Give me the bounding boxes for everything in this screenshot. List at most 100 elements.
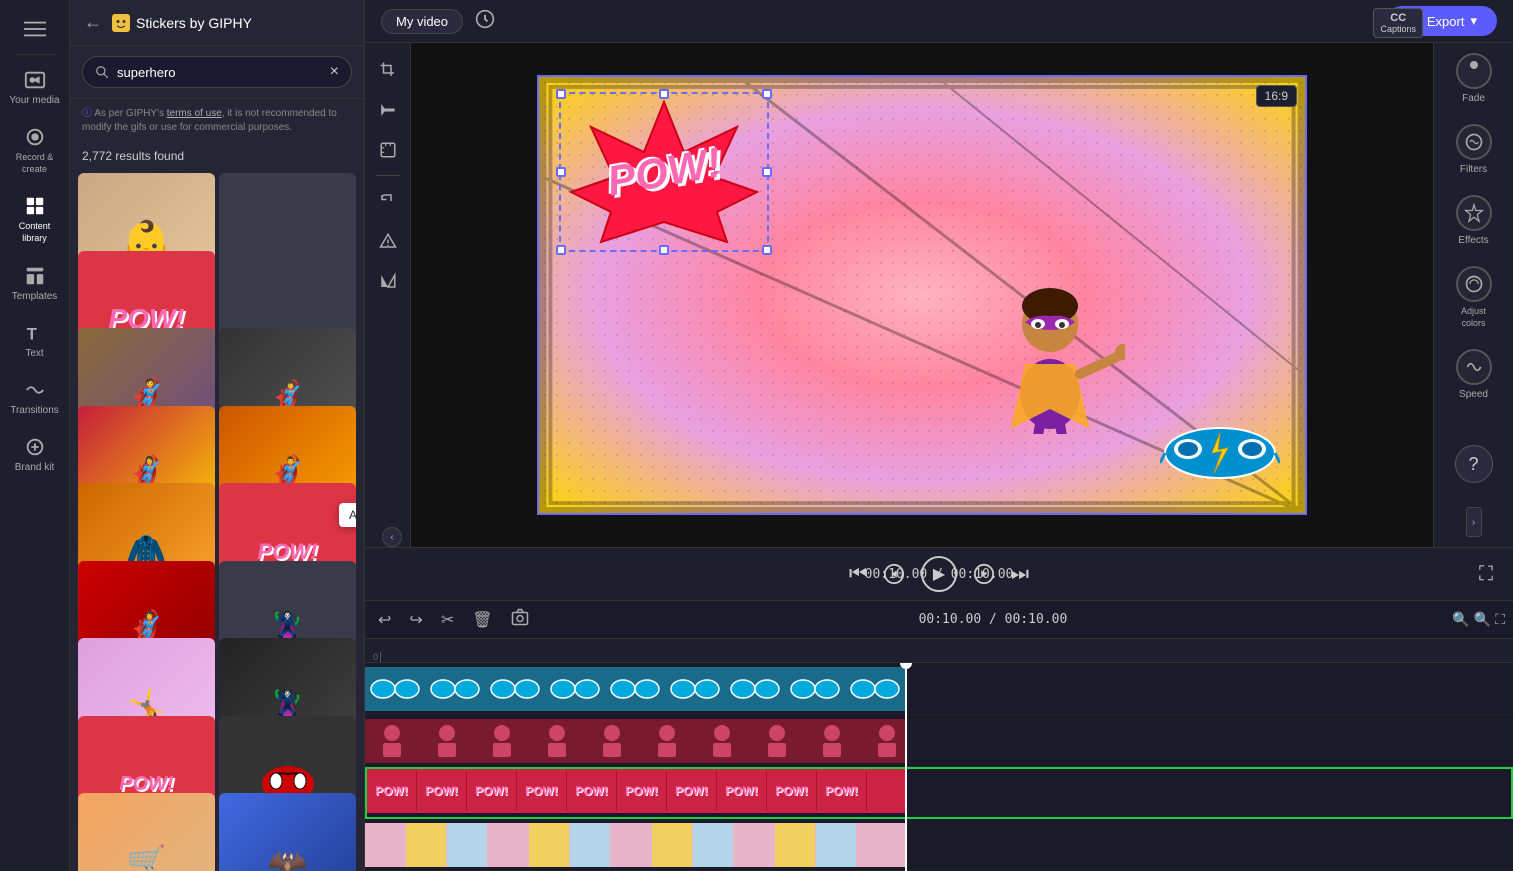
brand-icon	[24, 436, 46, 458]
aspect-ratio-badge[interactable]: 16:9	[1256, 85, 1297, 107]
back-button[interactable]: ←	[82, 10, 104, 35]
sticker-selection-box[interactable]: POW!	[559, 92, 769, 252]
crop-tool-button[interactable]	[371, 53, 405, 87]
track-content-pow[interactable]: POW! POW! POW! POW! POW! POW! POW! POW! …	[367, 769, 1511, 817]
search-input[interactable]	[117, 65, 322, 80]
pow-thumb: POW!	[667, 771, 717, 811]
undo-tool-button[interactable]	[371, 184, 405, 218]
record-icon	[24, 126, 46, 148]
pow-thumb: POW!	[517, 771, 567, 811]
red-hero-track-svg	[365, 719, 905, 763]
fullscreen-button[interactable]: ⛶	[1479, 563, 1493, 586]
collapse-panel-button[interactable]: ‹	[382, 527, 402, 547]
giphy-terms-link[interactable]: terms of use	[167, 108, 222, 119]
search-container: ×	[70, 46, 364, 99]
filters-label: Filters	[1460, 164, 1487, 175]
skip-to-end-button[interactable]: ⏭	[1011, 563, 1029, 586]
timeline-cut-button[interactable]: ✂	[436, 607, 459, 633]
comic-track-clip[interactable]	[365, 823, 905, 867]
zoom-in-button[interactable]: 🔍	[1474, 611, 1491, 628]
svg-text:T: T	[26, 325, 36, 343]
red-track-clip[interactable]	[365, 719, 905, 763]
project-tab[interactable]: My video	[381, 9, 463, 34]
sidebar-item-label: Brand kit	[15, 462, 54, 473]
pow-track-clip[interactable]: POW! POW! POW! POW! POW! POW! POW! POW! …	[367, 769, 907, 813]
fade-dial[interactable]	[1456, 53, 1492, 89]
sidebar-item-brand[interactable]: Brand kit	[0, 428, 69, 481]
timeline-tracks: POW! POW! POW! POW! POW! POW! POW! POW! …	[365, 663, 1513, 871]
speed-control[interactable]: Speed	[1456, 349, 1492, 400]
media-icon	[24, 69, 46, 91]
collapse-panel-area: ‹	[369, 509, 406, 537]
timeline-delete-button[interactable]: 🗑	[467, 607, 497, 633]
tools-column: ‹	[365, 43, 411, 547]
playhead[interactable]	[905, 663, 907, 871]
sidebar-item-transitions[interactable]: Transitions	[0, 371, 69, 424]
effects-dial[interactable]	[1456, 195, 1492, 231]
adjust-colors-label: Adjustcolors	[1461, 306, 1486, 329]
sidebar-item-menu[interactable]	[0, 10, 69, 48]
filters-icon	[1464, 132, 1484, 152]
pow-thumb: POW!	[367, 771, 417, 811]
filters-control[interactable]: Filters	[1456, 124, 1492, 175]
main-content: My video CC Captions Export ▾	[365, 0, 1513, 871]
pow-thumb: POW!	[467, 771, 517, 811]
timeline-redo-button[interactable]: ↪	[404, 607, 427, 633]
handle-bot-left[interactable]	[556, 245, 566, 255]
search-clear-button[interactable]: ×	[330, 63, 339, 81]
fade-control[interactable]: Fade	[1456, 53, 1492, 104]
superhero-svg	[975, 234, 1125, 434]
sticker-item[interactable]: 🛒	[78, 793, 215, 871]
handle-mid-left[interactable]	[556, 167, 566, 177]
sidebar-item-label: Record &create	[16, 152, 54, 175]
adjust-colors-control[interactable]: Adjustcolors	[1456, 266, 1492, 329]
track-row-comic-bg	[365, 819, 1513, 871]
resize-tool-button[interactable]	[371, 133, 405, 167]
handle-bot-right[interactable]	[762, 245, 772, 255]
speed-dial[interactable]	[1456, 349, 1492, 385]
adjust-colors-icon	[1464, 274, 1484, 294]
effects-control[interactable]: Effects	[1456, 195, 1492, 246]
blue-mask-track-svg	[365, 667, 905, 711]
capture-icon	[511, 608, 529, 626]
captions-button[interactable]: CC Captions	[1373, 8, 1423, 38]
track-content-red[interactable]	[365, 715, 1513, 766]
panel-title-text: Stickers by GIPHY	[136, 15, 252, 31]
sticker-item[interactable]: 🦇	[219, 793, 356, 871]
warning-icon	[379, 232, 397, 250]
filters-dial[interactable]	[1456, 124, 1492, 160]
fit-timeline-button[interactable]: ⛶	[1495, 611, 1505, 628]
track-content-blue[interactable]	[365, 663, 1513, 714]
zoom-out-button[interactable]: 🔍	[1452, 611, 1469, 628]
handle-top-left[interactable]	[556, 89, 566, 99]
trim-tool-button[interactable]	[371, 93, 405, 127]
sidebar-item-your-media[interactable]: Your media	[0, 61, 69, 114]
adjust-dial[interactable]	[1456, 266, 1492, 302]
save-button[interactable]	[475, 9, 495, 34]
timeline-capture-button[interactable]	[506, 605, 534, 634]
save-icon	[475, 9, 495, 29]
flip-tool-button[interactable]	[371, 264, 405, 298]
speed-label: Speed	[1459, 389, 1488, 400]
sidebar-item-text[interactable]: T Text	[0, 314, 69, 367]
help-button[interactable]: ?	[1455, 445, 1493, 483]
export-label: Export	[1427, 14, 1465, 29]
effects-icon	[1464, 203, 1484, 223]
blue-track-clip[interactable]	[365, 667, 905, 711]
pow-thumb: POW!	[717, 771, 767, 811]
handle-mid-right[interactable]	[762, 167, 772, 177]
handle-top-right[interactable]	[762, 89, 772, 99]
transitions-icon	[24, 379, 46, 401]
sidebar-item-content[interactable]: Contentlibrary	[0, 187, 69, 252]
collapse-right-panel-button[interactable]: ›	[1466, 507, 1482, 537]
track-row-red-heroes	[365, 715, 1513, 767]
pow-thumb: POW!	[617, 771, 667, 811]
menu-icon	[24, 18, 46, 40]
warning-tool-button[interactable]	[371, 224, 405, 258]
sidebar-item-templates[interactable]: Templates	[0, 257, 69, 310]
mask-thumbnails	[365, 667, 905, 711]
track-content-comic[interactable]	[365, 819, 1513, 870]
sidebar-item-record[interactable]: Record &create	[0, 118, 69, 183]
timeline-ruler: 0 :02 :04 :06 :08	[365, 639, 1513, 663]
timeline-undo-button[interactable]: ↩	[373, 607, 396, 633]
